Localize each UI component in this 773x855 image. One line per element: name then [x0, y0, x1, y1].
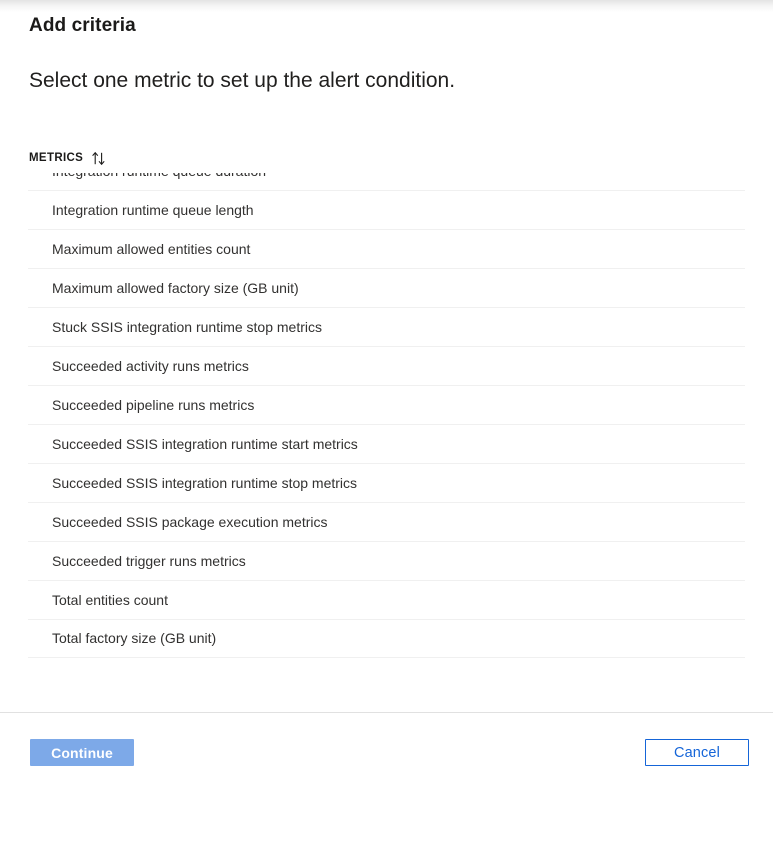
metric-row[interactable]: Succeeded SSIS package execution metrics — [28, 502, 745, 541]
metrics-list: Integration runtime queue duration Integr… — [0, 173, 751, 658]
footer-divider — [0, 712, 773, 713]
metric-row[interactable]: Maximum allowed factory size (GB unit) — [28, 268, 745, 307]
metric-row-label: Succeeded SSIS integration runtime stop … — [52, 474, 358, 491]
metric-row-label: Total factory size (GB unit) — [52, 630, 217, 646]
cancel-button[interactable]: Cancel — [645, 739, 749, 766]
metric-row-label: Maximum allowed factory size (GB unit) — [52, 279, 299, 296]
metric-row[interactable]: Integration runtime queue length — [28, 190, 745, 229]
metric-row[interactable]: Succeeded SSIS integration runtime stop … — [28, 463, 745, 502]
metric-row[interactable]: Maximum allowed entities count — [28, 229, 745, 268]
sort-ascending-descending-icon[interactable] — [91, 150, 109, 166]
metrics-column-header[interactable]: METRICS — [29, 149, 109, 167]
metric-row-label: Integration runtime queue length — [52, 201, 254, 218]
add-criteria-blade: Add criteria Select one metric to set up… — [0, 0, 773, 784]
metrics-column-label: METRICS — [29, 152, 84, 164]
metrics-list-scrollbar-track[interactable] — [745, 173, 756, 685]
page-subtitle: Select one metric to set up the alert co… — [29, 69, 456, 92]
metric-row-label: Succeeded SSIS integration runtime start… — [52, 435, 358, 452]
metric-row[interactable]: Succeeded activity runs metrics — [28, 346, 745, 385]
continue-button[interactable]: Continue — [30, 739, 134, 766]
metric-row-label: Succeeded pipeline runs metrics — [52, 396, 255, 413]
metrics-list-viewport: Integration runtime queue duration Integr… — [0, 173, 773, 685]
metric-row[interactable]: Total entities count — [28, 580, 745, 619]
metric-row[interactable]: Succeeded trigger runs metrics — [28, 541, 745, 580]
metric-row-label: Succeeded SSIS package execution metrics — [52, 513, 328, 530]
metric-row-label: Succeeded trigger runs metrics — [52, 552, 246, 569]
metric-row[interactable]: Integration runtime queue duration — [28, 173, 745, 190]
page-title: Add criteria — [29, 15, 136, 36]
metric-row-label: Maximum allowed entities count — [52, 240, 251, 257]
metric-row[interactable]: Succeeded pipeline runs metrics — [28, 385, 745, 424]
metric-row-label: Total entities count — [52, 591, 168, 608]
metric-row-label: Stuck SSIS integration runtime stop metr… — [52, 318, 322, 335]
metric-row[interactable]: Total factory size (GB unit) — [28, 619, 745, 658]
metric-row-label: Integration runtime queue duration — [28, 173, 266, 181]
metric-row-label: Succeeded activity runs metrics — [52, 357, 249, 374]
blade-top-gradient — [0, 0, 773, 12]
metric-row[interactable]: Stuck SSIS integration runtime stop metr… — [28, 307, 745, 346]
metric-row[interactable]: Succeeded SSIS integration runtime start… — [28, 424, 745, 463]
